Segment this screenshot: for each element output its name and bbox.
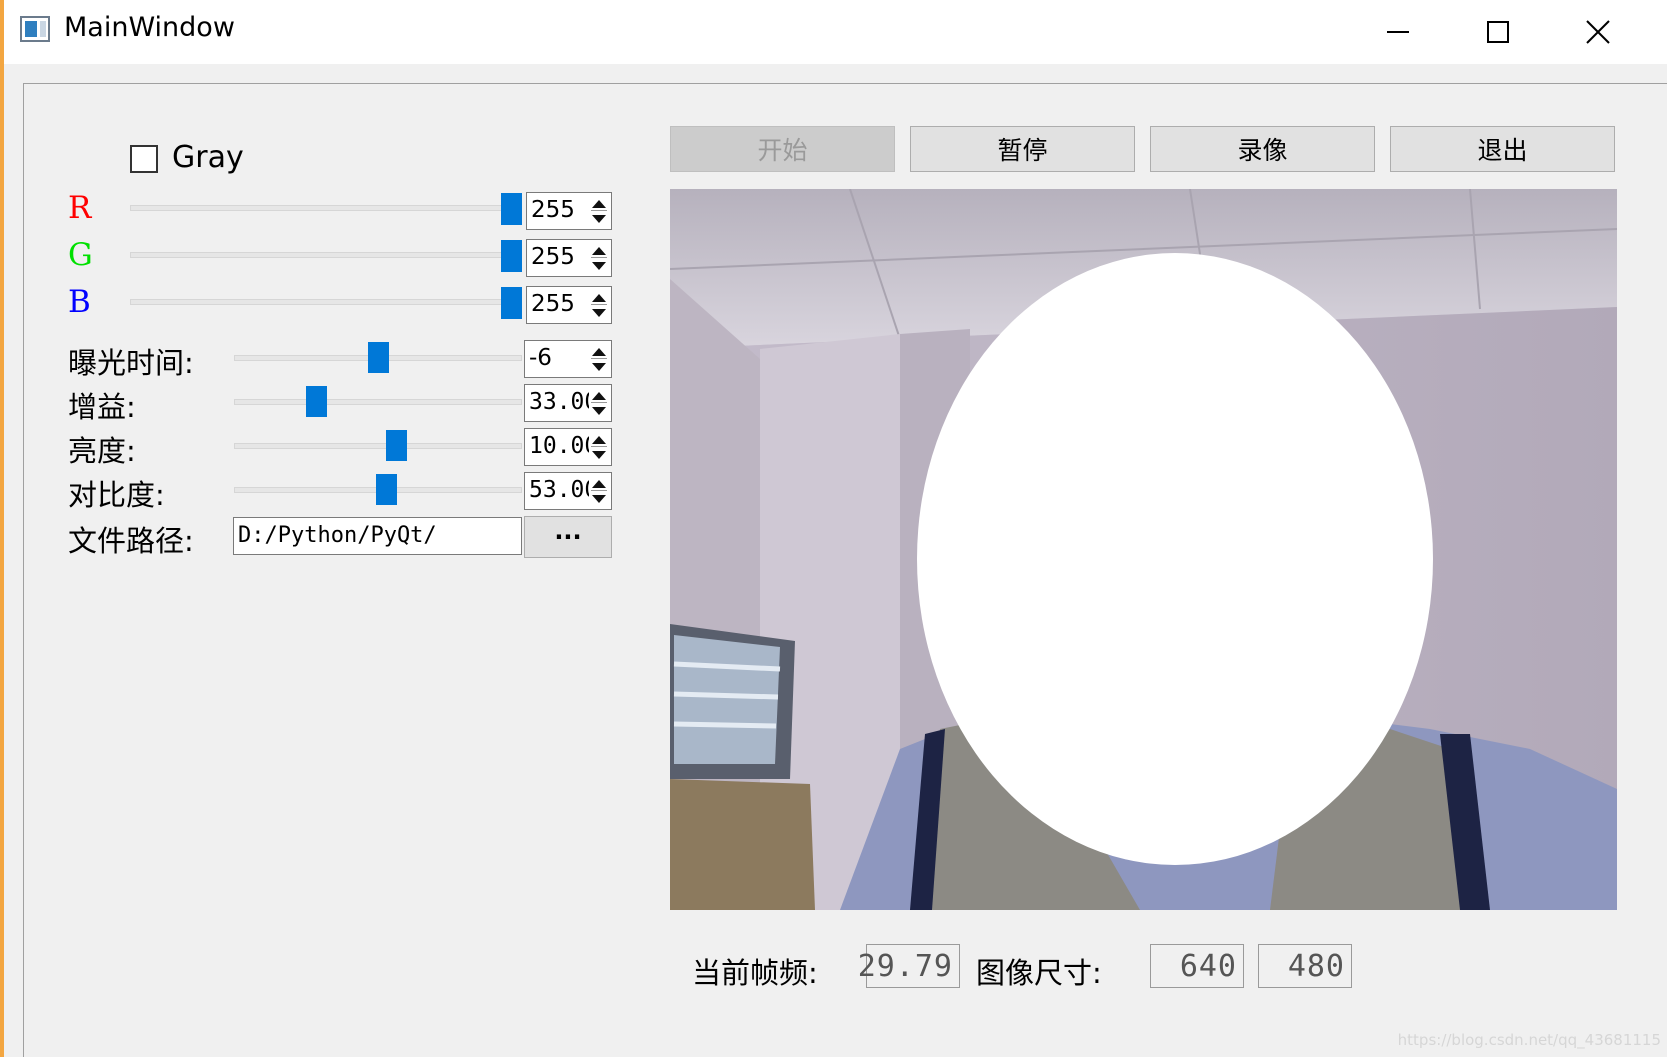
file-path-input[interactable]: D:/Python/PyQt/	[233, 517, 522, 555]
exposure-slider-handle[interactable]	[367, 342, 389, 373]
arrow-up-icon[interactable]	[592, 348, 606, 356]
close-icon	[1586, 20, 1610, 44]
gain-spinbox[interactable]: 33.00	[524, 384, 612, 422]
pause-button[interactable]: 暂停	[910, 126, 1135, 172]
arrow-down-icon[interactable]	[592, 215, 606, 223]
brightness-slider-track[interactable]	[234, 443, 522, 449]
arrow-up-icon[interactable]	[592, 200, 606, 208]
arrow-down-icon[interactable]	[592, 495, 606, 503]
gain-slider-track[interactable]	[234, 399, 522, 405]
minimize-icon	[1387, 31, 1409, 33]
camera-frame-image	[670, 189, 1617, 910]
r-spinbox-value[interactable]: 255	[531, 197, 575, 223]
brightness-label: 亮度:	[68, 434, 136, 468]
video-display	[670, 189, 1617, 910]
exposure-spinbox-value[interactable]: -6	[529, 345, 552, 371]
b-slider-track[interactable]	[130, 299, 522, 305]
watermark: https://blog.csdn.net/qq_43681115	[1397, 1031, 1661, 1049]
arrow-down-icon[interactable]	[592, 407, 606, 415]
b-label: B	[68, 284, 91, 320]
contrast-spinbox-arrows[interactable]	[589, 475, 609, 507]
app-icon	[20, 16, 50, 42]
g-spinbox-arrows[interactable]	[589, 242, 609, 274]
image-width-lcd: 640	[1150, 944, 1244, 988]
exposure-label: 曝光时间:	[68, 346, 194, 380]
window-border	[0, 0, 4, 1057]
g-label: G	[68, 237, 93, 273]
g-slider-handle[interactable]	[501, 240, 522, 272]
b-slider-handle[interactable]	[501, 287, 522, 319]
contrast-spinbox[interactable]: 53.00	[524, 472, 612, 510]
arrow-up-icon[interactable]	[592, 294, 606, 302]
exit-button[interactable]: 退出	[1390, 126, 1615, 172]
window-title: MainWindow	[64, 12, 235, 43]
brightness-spinbox-value[interactable]: 10.00	[529, 433, 598, 459]
arrow-down-icon[interactable]	[592, 363, 606, 371]
brightness-spinbox[interactable]: 10.00	[524, 428, 612, 466]
b-spinbox-value[interactable]: 255	[531, 291, 575, 317]
maximize-icon	[1487, 21, 1509, 43]
arrow-down-icon[interactable]	[592, 451, 606, 459]
arrow-up-icon[interactable]	[592, 480, 606, 488]
browse-button[interactable]: ···	[524, 516, 612, 558]
r-label: R	[68, 190, 92, 226]
gain-label: 增益:	[68, 390, 136, 424]
minimize-button[interactable]	[1350, 4, 1446, 60]
gray-checkbox[interactable]	[130, 145, 158, 173]
brightness-slider-handle[interactable]	[386, 430, 408, 461]
arrow-up-icon[interactable]	[592, 436, 606, 444]
arrow-down-icon[interactable]	[592, 309, 606, 317]
image-height-lcd: 480	[1258, 944, 1352, 988]
r-spinbox[interactable]: 255	[526, 192, 612, 230]
start-button[interactable]: 开始	[670, 126, 895, 172]
maximize-button[interactable]	[1450, 4, 1546, 60]
exposure-spinbox-arrows[interactable]	[589, 343, 609, 375]
contrast-label: 对比度:	[68, 478, 165, 512]
record-button[interactable]: 录像	[1150, 126, 1375, 172]
arrow-up-icon[interactable]	[592, 247, 606, 255]
arrow-down-icon[interactable]	[592, 262, 606, 270]
contrast-spinbox-value[interactable]: 53.00	[529, 477, 598, 503]
b-spinbox[interactable]: 255	[526, 286, 612, 324]
file-path-value[interactable]: D:/Python/PyQt/	[238, 523, 437, 548]
fps-lcd: 29.79	[858, 944, 960, 988]
arrow-up-icon[interactable]	[592, 392, 606, 400]
gray-checkbox-label[interactable]: Gray	[172, 140, 244, 175]
exposure-spinbox[interactable]: -6	[524, 340, 612, 378]
close-button[interactable]	[1550, 4, 1646, 60]
g-spinbox[interactable]: 255	[526, 239, 612, 277]
b-spinbox-arrows[interactable]	[589, 289, 609, 321]
g-spinbox-value[interactable]: 255	[531, 244, 575, 270]
gain-slider-handle[interactable]	[306, 386, 328, 417]
r-slider-track[interactable]	[130, 205, 522, 211]
fps-label: 当前帧频:	[692, 956, 818, 990]
gain-spinbox-arrows[interactable]	[589, 387, 609, 419]
file-path-label: 文件路径:	[68, 524, 194, 558]
brightness-spinbox-arrows[interactable]	[589, 431, 609, 463]
image-size-label: 图像尺寸:	[976, 956, 1102, 990]
contrast-slider-handle[interactable]	[375, 474, 397, 505]
g-slider-track[interactable]	[130, 252, 522, 258]
gain-spinbox-value[interactable]: 33.00	[529, 389, 598, 415]
r-slider-handle[interactable]	[501, 193, 522, 225]
r-spinbox-arrows[interactable]	[589, 195, 609, 227]
